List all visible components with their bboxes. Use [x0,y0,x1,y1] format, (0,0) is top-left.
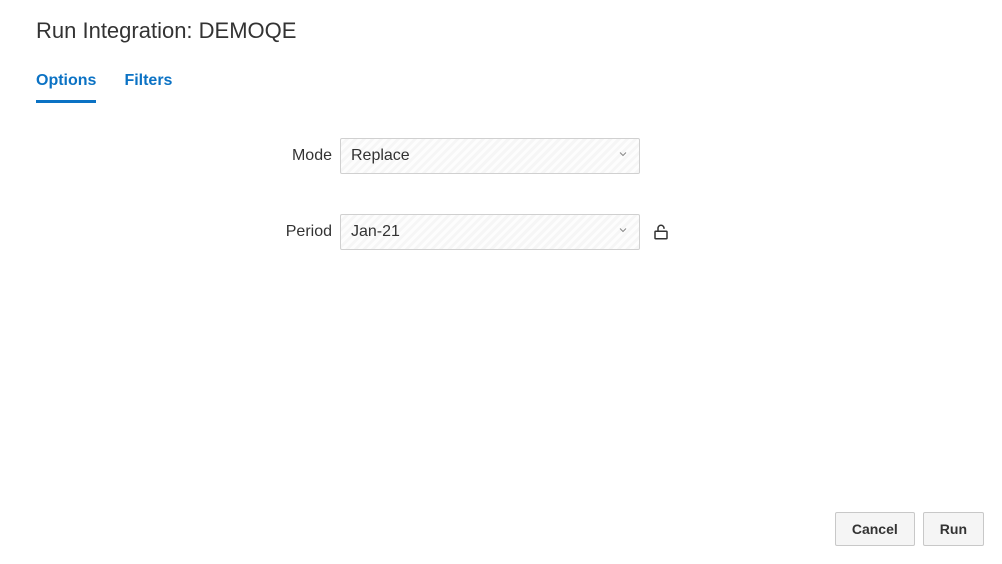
unlock-icon[interactable] [652,223,670,241]
period-select-value: Jan-21 [351,223,400,241]
form-area: Mode Replace Period Jan-21 [0,138,1002,250]
page-title: Run Integration: DEMOQE [0,0,1002,44]
chevron-down-icon [617,147,629,165]
run-button[interactable]: Run [923,512,984,546]
period-select-wrap: Jan-21 [340,214,640,250]
footer-buttons: Cancel Run [835,512,984,546]
period-label: Period [0,223,340,241]
tab-options[interactable]: Options [36,72,96,103]
period-select[interactable]: Jan-21 [340,214,640,250]
mode-select[interactable]: Replace [340,138,640,174]
mode-select-value: Replace [351,147,410,165]
cancel-button[interactable]: Cancel [835,512,915,546]
mode-label: Mode [0,147,340,165]
mode-select-wrap: Replace [340,138,640,174]
tabs-bar: Options Filters [36,72,1002,104]
form-row-period: Period Jan-21 [0,214,1002,250]
form-row-mode: Mode Replace [0,138,1002,174]
tab-filters[interactable]: Filters [124,72,172,103]
chevron-down-icon [617,223,629,241]
